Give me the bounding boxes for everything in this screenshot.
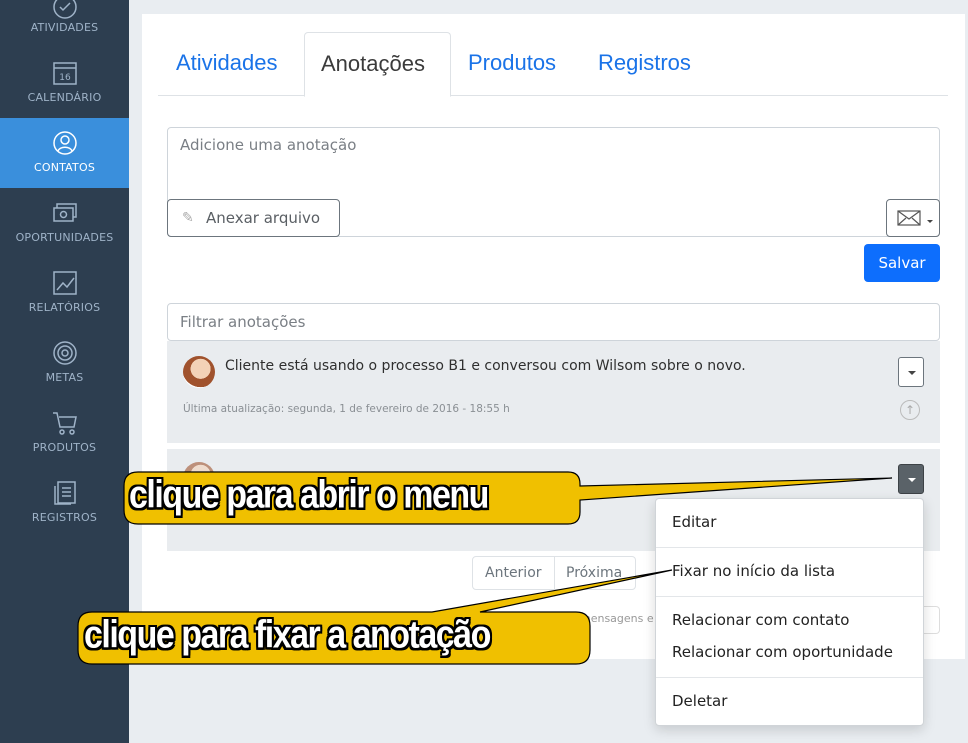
callout-pin-note-text: clique para fixar a anotação (84, 613, 491, 657)
callout-open-menu-text: clique para abrir o menu (129, 473, 489, 517)
